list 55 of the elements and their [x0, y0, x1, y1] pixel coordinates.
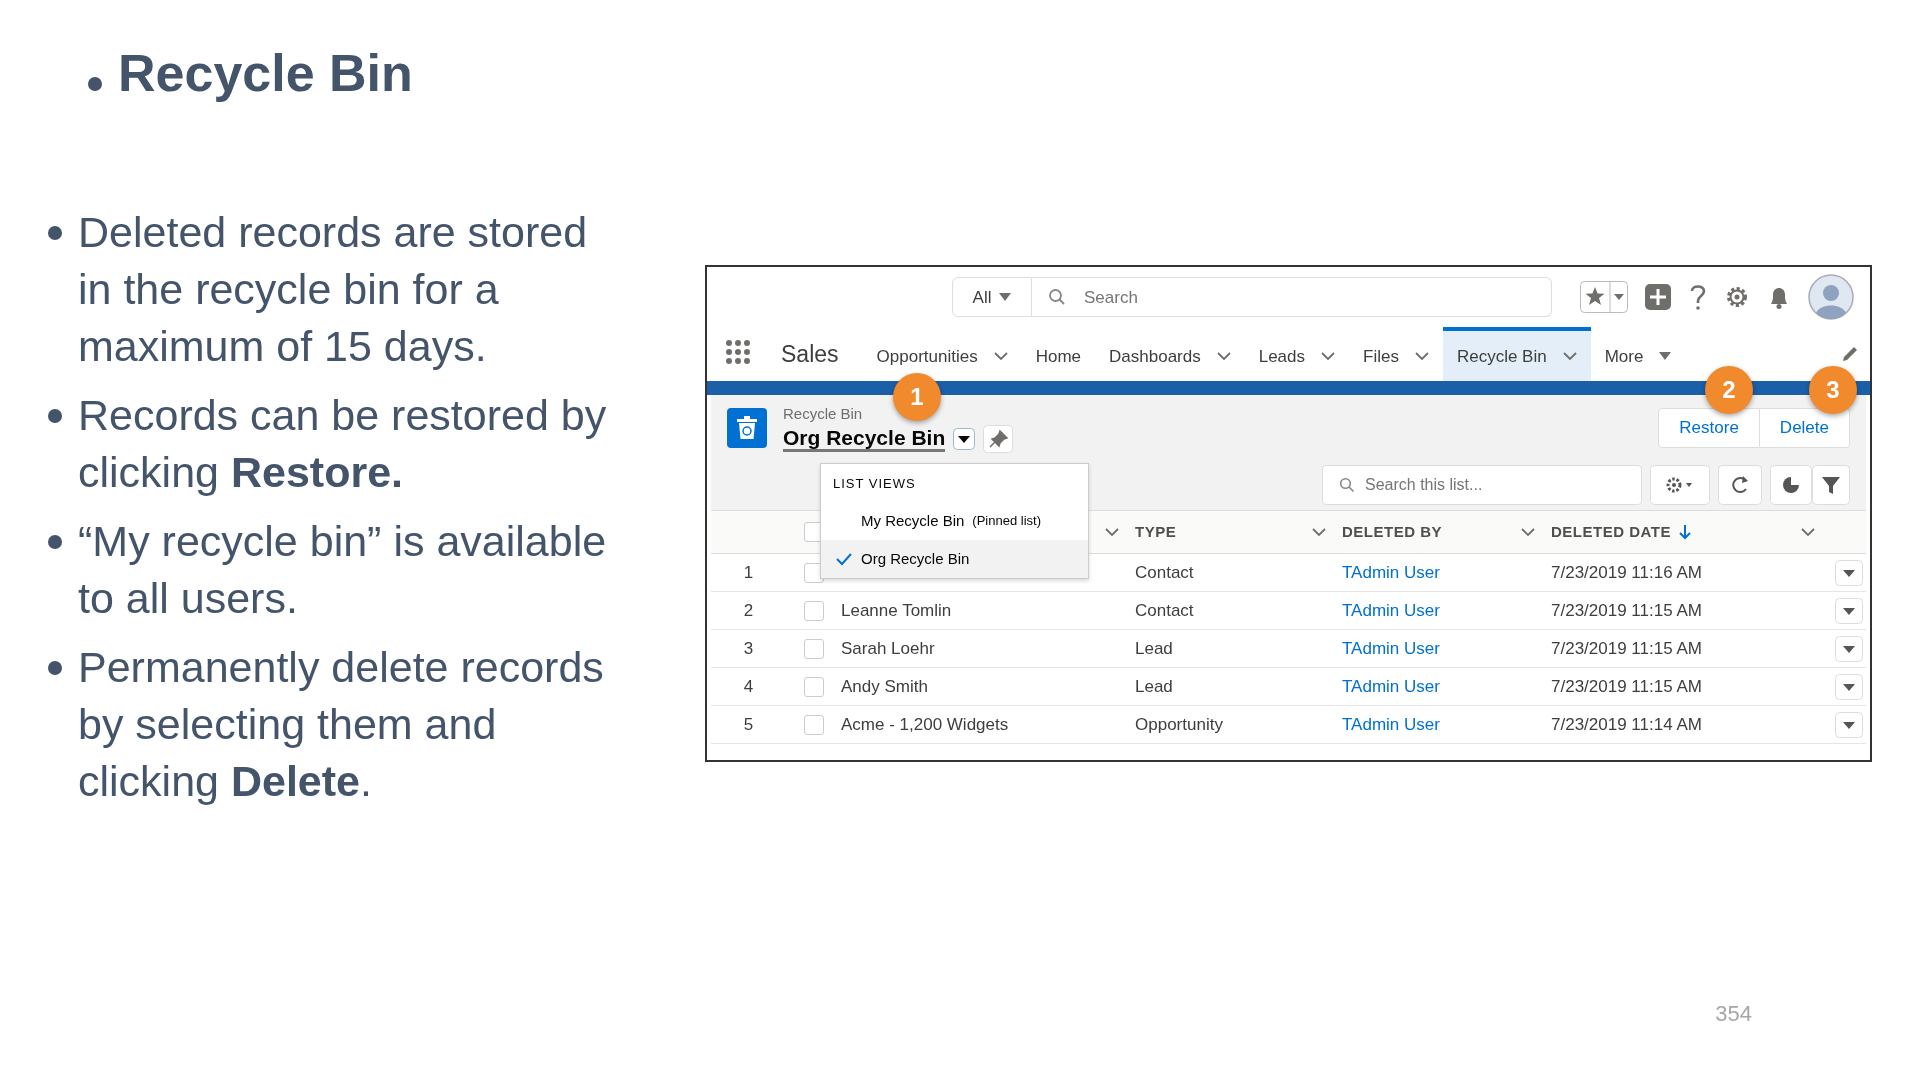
- row-number: 4: [742, 676, 755, 699]
- bullet-text: Deleted records are stored in the recycle bin for a maximum of 15 days.: [78, 207, 589, 373]
- deleted-date: 7/23/2019 11:16 AM: [1551, 563, 1702, 583]
- row-number: 5: [742, 714, 755, 737]
- deleted-date: 7/23/2019 11:15 AM: [1551, 639, 1702, 659]
- bullet-text: Records can be restored by clicking Restore.: [78, 390, 608, 499]
- record-type: Opportunity: [1135, 715, 1223, 735]
- menu-item[interactable]: Org Recycle Bin: [821, 539, 1088, 578]
- row-number: 2: [742, 600, 755, 623]
- scope-dropdown[interactable]: All: [952, 277, 1032, 318]
- nav-tab[interactable]: Home: [1021, 327, 1096, 382]
- action-button[interactable]: Delete: [1759, 407, 1850, 448]
- record-name: Leanne Tomlin: [841, 601, 952, 621]
- nav-tab[interactable]: Files: [1349, 327, 1443, 382]
- nav-tab[interactable]: Dashboards: [1095, 327, 1245, 382]
- object-label: Recycle Bin: [783, 403, 863, 424]
- record-type: Lead: [1135, 639, 1173, 659]
- menu-heading: LIST VIEWS: [832, 475, 917, 494]
- record-name: Acme - 1,200 Widgets: [841, 715, 1009, 735]
- search-field[interactable]: Search: [1082, 283, 1551, 312]
- slide-title: Recycle Bin: [118, 43, 413, 104]
- page-number: 354: [1715, 1000, 1752, 1028]
- deleted-date: 7/23/2019 11:15 AM: [1551, 677, 1702, 697]
- callout-marker: 3: [1809, 366, 1857, 415]
- user-link[interactable]: TAdmin User: [1342, 563, 1440, 583]
- deleted-date: 7/23/2019 11:14 AM: [1551, 715, 1702, 735]
- list-view-title: Org Recycle Bin: [783, 426, 946, 453]
- user-link[interactable]: TAdmin User: [1342, 639, 1440, 659]
- column-header[interactable]: DELETED DATE: [1551, 521, 1671, 544]
- app-name: Sales: [781, 340, 839, 370]
- record-type: Contact: [1135, 563, 1194, 583]
- record-name: Sarah Loehr: [841, 639, 935, 659]
- deleted-date: 7/23/2019 11:15 AM: [1551, 601, 1702, 621]
- row-number: 3: [742, 638, 755, 661]
- record-type: Contact: [1135, 601, 1194, 621]
- user-link[interactable]: TAdmin User: [1342, 715, 1440, 735]
- record-type: Lead: [1135, 677, 1173, 697]
- column-header[interactable]: TYPE: [1135, 521, 1177, 544]
- record-name: Andy Smith: [841, 677, 928, 697]
- list-search-field[interactable]: Search this list...: [1322, 465, 1642, 506]
- column-header[interactable]: DELETED BY: [1342, 521, 1442, 544]
- callout-marker: 1: [893, 373, 941, 422]
- nav-tab[interactable]: Recycle Bin: [1442, 327, 1591, 382]
- list-search-field[interactable]: Search this list...: [1363, 472, 1641, 499]
- bullet-text: “My recycle bin” is available to all users.: [78, 516, 608, 625]
- bullet-text: Permanently delete records by selecting them and clicking Delete.: [78, 642, 605, 808]
- row-number: 1: [742, 562, 755, 585]
- user-link[interactable]: TAdmin User: [1342, 601, 1440, 621]
- callout-marker: 2: [1705, 366, 1753, 415]
- user-link[interactable]: TAdmin User: [1342, 677, 1440, 697]
- menu-item[interactable]: My Recycle Bin (Pinned list): [821, 501, 1088, 540]
- more-tab[interactable]: More: [1590, 327, 1686, 382]
- nav-tab[interactable]: Leads: [1244, 327, 1350, 382]
- action-button[interactable]: Restore: [1658, 407, 1760, 448]
- global-search-field[interactable]: Search: [1032, 277, 1552, 318]
